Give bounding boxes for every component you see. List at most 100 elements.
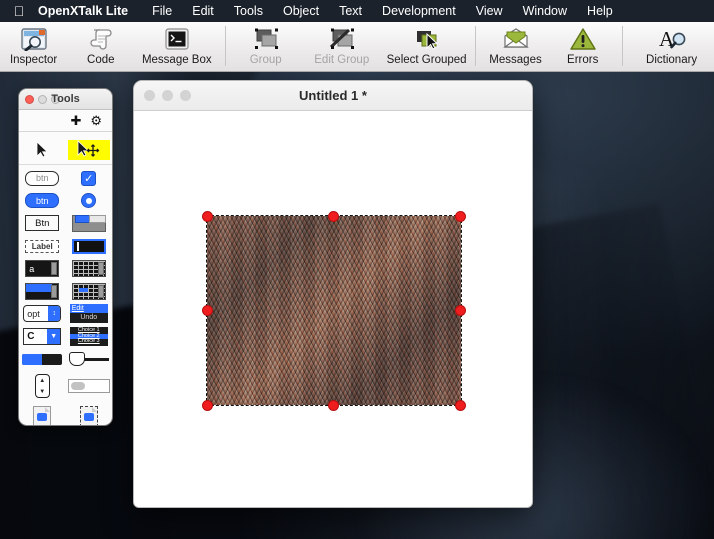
- toolbar-divider-1: [225, 26, 227, 66]
- menu-item-view[interactable]: View: [466, 0, 513, 22]
- toolbar-divider-3: [622, 26, 624, 66]
- document-canvas[interactable]: [134, 111, 532, 507]
- tool-browse[interactable]: [21, 140, 63, 160]
- menu-item-tools[interactable]: Tools: [224, 0, 273, 22]
- selection-handle-top-right[interactable]: [455, 210, 466, 222]
- text-field-glyph: [71, 238, 106, 254]
- selection-handle-middle-left[interactable]: [201, 305, 213, 316]
- tool-text-field[interactable]: [68, 236, 110, 256]
- menu-item-edit[interactable]: Edit: [182, 0, 224, 22]
- round-button-glyph: btn: [25, 170, 60, 186]
- toolbar-label-select-grouped: Select Grouped: [386, 54, 467, 66]
- tool-progress-bar[interactable]: [21, 349, 63, 369]
- radio-button-glyph: [81, 193, 97, 209]
- tool-checkbox[interactable]: ✓: [68, 168, 110, 188]
- toolbar-button-messages[interactable]: Messages: [482, 22, 549, 72]
- selection-handle-top-center[interactable]: [328, 210, 339, 222]
- tool-row-10: ▲ ▼: [19, 370, 112, 402]
- document-title: Untitled 1 *: [299, 88, 367, 103]
- toolbar-label-messages: Messages: [489, 54, 542, 66]
- inspector-icon: [18, 25, 50, 53]
- toolbar-button-code[interactable]: Code: [67, 22, 134, 72]
- menu-item-development[interactable]: Development: [372, 0, 466, 22]
- tool-row-11: [19, 402, 112, 425]
- combo-box-glyph: C ▼: [23, 327, 62, 345]
- tool-round-button[interactable]: btn: [21, 168, 63, 188]
- scrolling-field-glyph: a: [25, 260, 60, 278]
- menu-app-name[interactable]: OpenXTalk Lite: [36, 0, 142, 22]
- toolbar-button-errors[interactable]: Errors: [549, 22, 616, 72]
- selection-handle-middle-right[interactable]: [455, 305, 466, 316]
- tool-slider[interactable]: [68, 349, 110, 369]
- tools-close-button[interactable]: [25, 94, 34, 104]
- toolbar-button-select-grouped[interactable]: Select Grouped: [384, 22, 469, 72]
- document-zoom-button[interactable]: [180, 90, 191, 101]
- tool-label-field[interactable]: Label: [21, 236, 63, 256]
- tool-scrollbar[interactable]: [67, 376, 110, 396]
- envelope-icon: [500, 25, 532, 53]
- toolbar-label-message-box: Message Box: [141, 54, 212, 66]
- menu-item-file[interactable]: File: [142, 0, 182, 22]
- chevron-down-icon: ▼: [47, 328, 61, 344]
- tool-table-object[interactable]: [68, 259, 110, 279]
- selection-handle-top-left[interactable]: [201, 210, 213, 222]
- main-toolbar: Inspector Code Message Box Group Edit Gr…: [0, 22, 714, 72]
- tool-default-button[interactable]: btn: [21, 191, 63, 211]
- toolbar-label-inspector: Inspector: [9, 54, 58, 66]
- toolbar-button-inspector[interactable]: Inspector: [0, 22, 67, 72]
- document-window[interactable]: Untitled 1 *: [133, 80, 533, 508]
- tool-row-5: a: [19, 257, 112, 280]
- selection-handle-bottom-left[interactable]: [201, 399, 213, 411]
- document-titlebar[interactable]: Untitled 1 *: [134, 81, 532, 111]
- toolbar-button-edit-group[interactable]: Edit Group: [299, 22, 384, 72]
- toolbar-label-code: Code: [87, 54, 115, 66]
- tools-zoom-button[interactable]: [51, 94, 60, 104]
- tool-stepper[interactable]: ▲ ▼: [21, 374, 63, 399]
- tools-palette-window[interactable]: Tools ✚ ⚙ btn ✓ btn Btn Label a opt ↕ Ed…: [18, 88, 113, 426]
- tool-data-grid[interactable]: [68, 281, 110, 301]
- tool-option-list[interactable]: Choice 1 Choice 2 Choice 3: [68, 326, 110, 346]
- menu-button-glyph: Edit Undo: [69, 304, 108, 324]
- toolbar-button-dictionary[interactable]: A Dictionary: [629, 22, 714, 72]
- tool-image-area[interactable]: [68, 405, 110, 425]
- menu-item-window[interactable]: Window: [513, 0, 577, 22]
- combo-box-label: C: [27, 330, 35, 342]
- menu-button-top-label: Edit: [69, 304, 108, 314]
- table-object-glyph: [71, 260, 106, 278]
- tool-row-3: Btn: [19, 212, 112, 235]
- tool-pointer[interactable]: [67, 139, 110, 160]
- tab-panel-glyph: [71, 214, 106, 232]
- menu-item-help[interactable]: Help: [577, 0, 623, 22]
- tools-minimize-button[interactable]: [38, 94, 47, 104]
- plus-icon[interactable]: ✚: [70, 114, 81, 127]
- toolbar-button-message-box[interactable]: Message Box: [134, 22, 219, 72]
- menu-item-text[interactable]: Text: [329, 0, 372, 22]
- toolbar-label-edit-group: Edit Group: [314, 54, 370, 66]
- image-object[interactable]: [201, 210, 466, 411]
- tool-scrolling-list[interactable]: [21, 281, 63, 301]
- tool-rectangle-button[interactable]: Btn: [21, 213, 63, 233]
- gear-icon[interactable]: ⚙: [90, 114, 102, 127]
- scrollbar-glyph: [67, 379, 110, 394]
- toolbar-label-dictionary: Dictionary: [646, 54, 698, 66]
- selection-handle-bottom-center[interactable]: [328, 399, 339, 411]
- tool-combo-box[interactable]: C ▼: [21, 326, 63, 346]
- tool-player[interactable]: [21, 405, 63, 425]
- tool-scrolling-field[interactable]: a: [21, 259, 63, 279]
- menu-item-object[interactable]: Object: [273, 0, 329, 22]
- tools-palette-subbar: ✚ ⚙: [19, 110, 112, 132]
- document-close-button[interactable]: [144, 90, 155, 101]
- tool-tab-panel[interactable]: [68, 213, 110, 233]
- arrow-move-pointer-icon: [77, 139, 100, 157]
- tool-menu-button[interactable]: Edit Undo: [68, 304, 110, 324]
- code-scroll-icon: [85, 25, 117, 53]
- tools-grid: btn ✓ btn Btn Label a opt ↕ Edit Undo C …: [19, 132, 112, 425]
- document-minimize-button[interactable]: [162, 90, 173, 101]
- tool-row-6: [19, 280, 112, 303]
- tool-option-menu[interactable]: opt ↕: [21, 304, 63, 324]
- apple-logo-icon[interactable]: : [10, 0, 28, 22]
- selection-handle-bottom-right[interactable]: [455, 399, 466, 411]
- tools-palette-titlebar[interactable]: Tools: [19, 89, 112, 110]
- tool-radio-button[interactable]: [68, 191, 110, 211]
- toolbar-button-group[interactable]: Group: [232, 22, 299, 72]
